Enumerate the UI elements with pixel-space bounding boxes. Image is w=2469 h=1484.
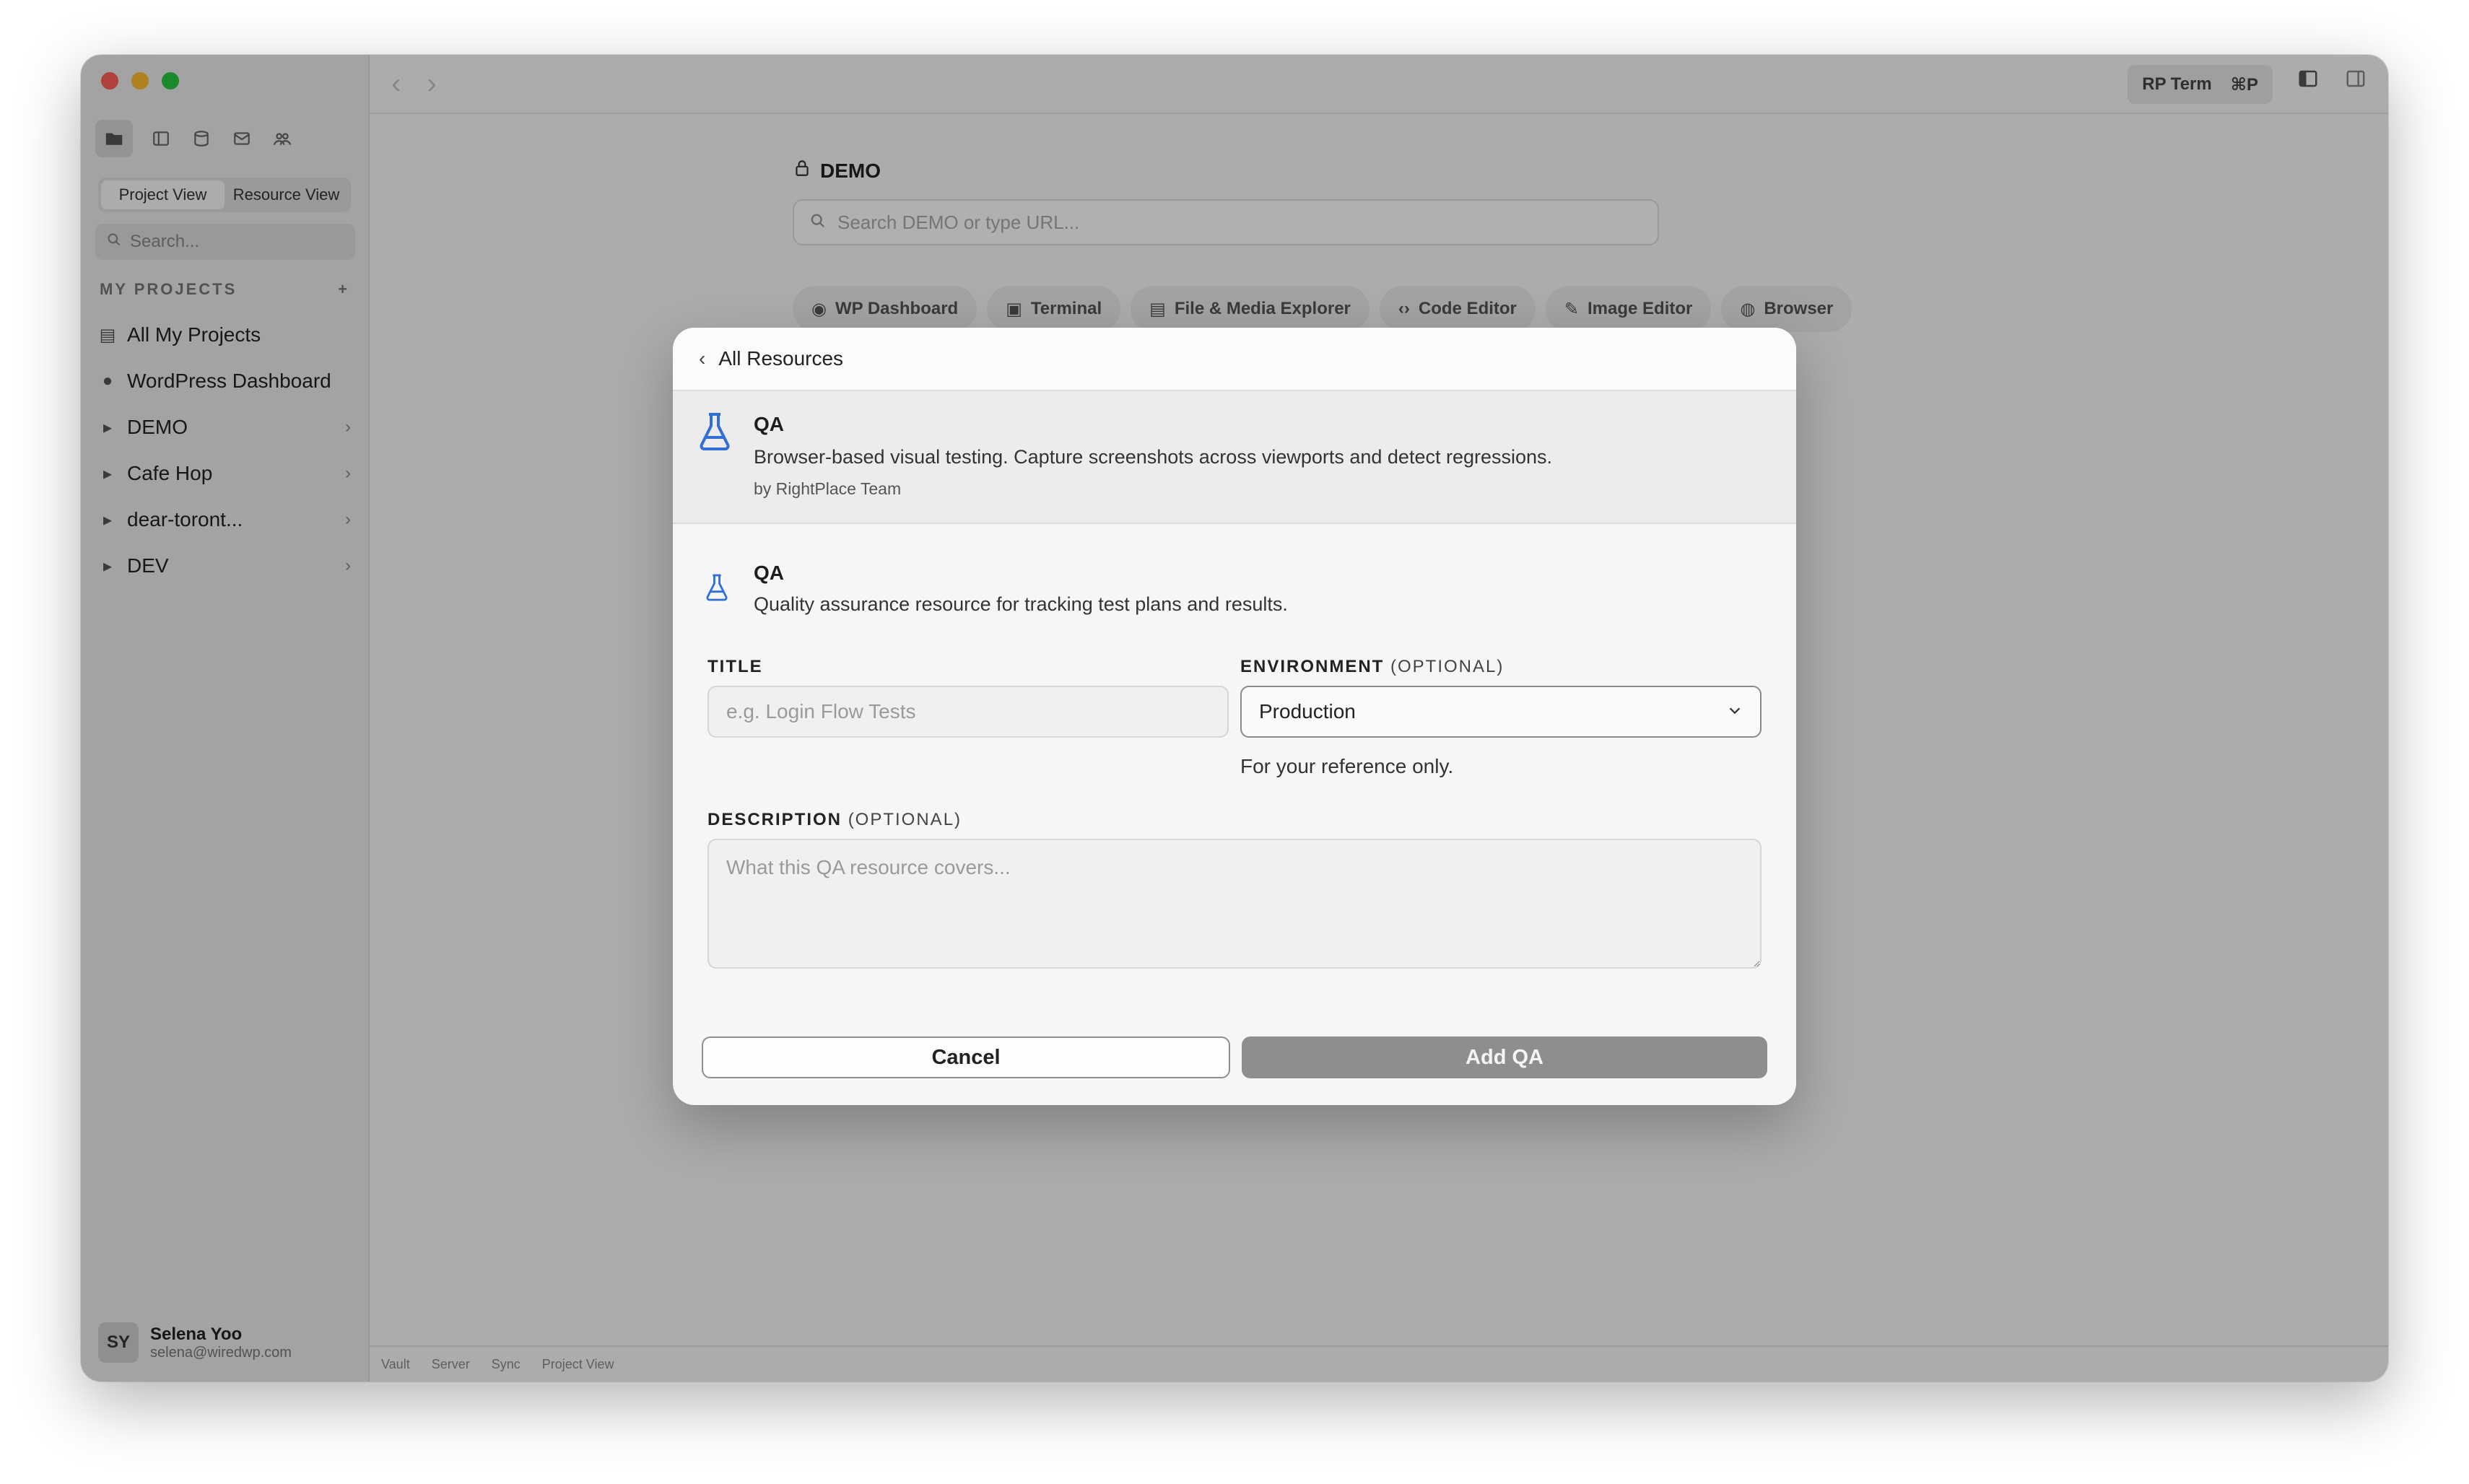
- chevron-left-icon: ‹: [699, 347, 706, 370]
- back-label: All Resources: [718, 347, 844, 370]
- environment-label-text: ENVIRONMENT: [1240, 657, 1385, 676]
- section-description: Quality assurance resource for tracking …: [754, 593, 1288, 615]
- flask-icon: [697, 411, 732, 455]
- cancel-button[interactable]: Cancel: [702, 1036, 1230, 1078]
- title-input[interactable]: [707, 686, 1229, 738]
- flask-icon: [705, 573, 729, 606]
- back-to-all-resources[interactable]: ‹ All Resources: [673, 328, 1796, 391]
- add-resource-dialog: ‹ All Resources QA Browser-based visual …: [673, 328, 1796, 1105]
- resource-type-header: QA Browser-based visual testing. Capture…: [673, 391, 1796, 524]
- environment-label: ENVIRONMENT (OPTIONAL): [1240, 657, 1504, 677]
- environment-value: Production: [1259, 700, 1356, 723]
- resource-type-name: QA: [754, 413, 784, 435]
- optional-tag: (OPTIONAL): [848, 810, 962, 829]
- environment-select[interactable]: Production: [1240, 686, 1762, 738]
- description-label: DESCRIPTION (OPTIONAL): [707, 810, 962, 830]
- optional-tag: (OPTIONAL): [1390, 657, 1505, 676]
- title-label-text: TITLE: [707, 657, 763, 676]
- chevron-down-icon: [1727, 700, 1743, 723]
- resource-type-description: Browser-based visual testing. Capture sc…: [754, 446, 1553, 468]
- environment-hint: For your reference only.: [1240, 755, 1454, 777]
- description-label-text: DESCRIPTION: [707, 810, 842, 829]
- title-label: TITLE: [707, 657, 763, 677]
- add-qa-button[interactable]: Add QA: [1242, 1036, 1767, 1078]
- section-name: QA: [754, 562, 784, 584]
- description-textarea[interactable]: [707, 839, 1762, 969]
- resource-type-author: by RightPlace Team: [754, 479, 902, 498]
